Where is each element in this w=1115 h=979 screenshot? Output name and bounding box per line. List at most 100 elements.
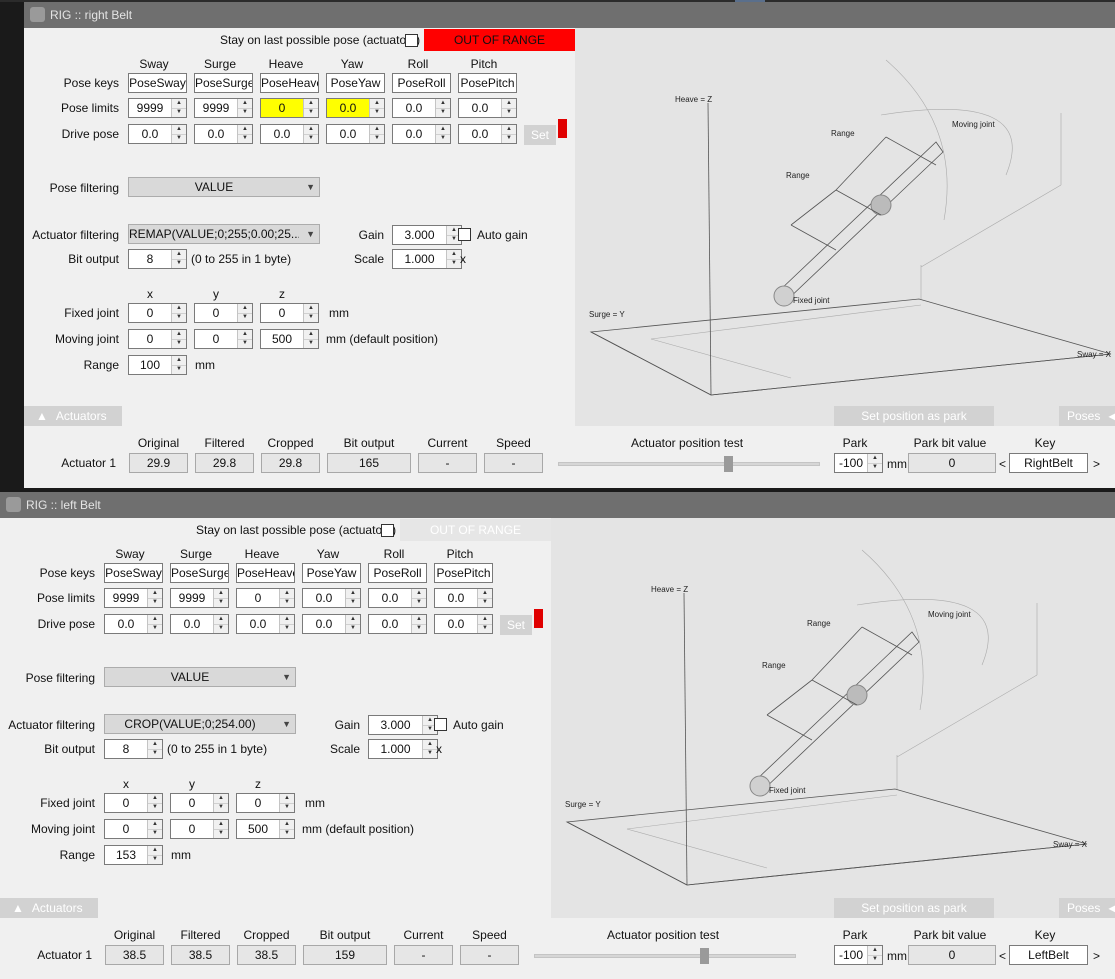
drive-pose-yaw-value[interactable]: 0.0 [327,125,369,143]
bit-output-field[interactable]: 8 ▲ ▼ [104,739,163,759]
auto-gain-checkbox[interactable] [458,228,471,241]
moving-joint-z-value[interactable]: 500 [237,820,279,838]
position-test-slider[interactable] [724,456,733,472]
position-test-track[interactable] [534,954,796,958]
set-drive-pose-button[interactable]: Set [500,615,532,635]
spin-down-icon[interactable]: ▼ [280,624,294,633]
expand-arrow-icon[interactable]: ◀ [1108,901,1115,915]
fixed-joint-x[interactable]: 0 ▲ ▼ [104,793,163,813]
moving-joint-x-spin-buttons[interactable]: ▲ ▼ [147,820,162,838]
pose-limit-surge-value[interactable]: 9999 [171,589,213,607]
spin-down-icon[interactable]: ▼ [214,624,228,633]
range-field[interactable]: 100 ▲ ▼ [128,355,187,375]
position-test-track[interactable] [558,462,820,466]
gain-field[interactable]: 3.000 ▲ ▼ [368,715,438,735]
drive-pose-pitch-spin-buttons[interactable]: ▲ ▼ [501,125,516,143]
expand-arrow-icon[interactable]: ◀ [1108,409,1115,423]
pose-limit-yaw-spin-buttons[interactable]: ▲ ▼ [369,99,384,117]
drive-pose-heave-value[interactable]: 0.0 [237,615,279,633]
pose-limit-pitch-spin-buttons[interactable]: ▲ ▼ [501,99,516,117]
spin-down-icon[interactable]: ▼ [148,598,162,607]
pose-limit-pitch-value[interactable]: 0.0 [435,589,477,607]
drive-pose-roll[interactable]: 0.0 ▲ ▼ [392,124,451,144]
fixed-joint-y[interactable]: 0 ▲ ▼ [194,303,253,323]
gain-field[interactable]: 3.000 ▲ ▼ [392,225,462,245]
pose-limit-surge-value[interactable]: 9999 [195,99,237,117]
moving-joint-y-spin-buttons[interactable]: ▲ ▼ [237,330,252,348]
spin-down-icon[interactable]: ▼ [412,598,426,607]
moving-joint-y-value[interactable]: 0 [195,330,237,348]
spin-down-icon[interactable]: ▼ [304,313,318,322]
fixed-joint-y-value[interactable]: 0 [171,794,213,812]
spin-down-icon[interactable]: ▼ [238,134,252,143]
rig-3d-scene[interactable]: Heave = Z Surge = Y Sway = X Range Range Movi… [575,28,1115,426]
pose-limit-sway-spin-buttons[interactable]: ▲ ▼ [147,589,162,607]
fixed-joint-y[interactable]: 0 ▲ ▼ [170,793,229,813]
pose-limit-heave-spin-buttons[interactable]: ▲ ▼ [303,99,318,117]
pose-filtering-select[interactable]: VALUE ▼ [104,667,296,687]
drive-pose-heave-spin-buttons[interactable]: ▲ ▼ [303,125,318,143]
spin-down-icon[interactable]: ▼ [238,313,252,322]
park-field-value[interactable]: -100 [835,454,867,472]
spin-down-icon[interactable]: ▼ [502,134,516,143]
pose-limit-surge[interactable]: 9999 ▲ ▼ [170,588,229,608]
drive-pose-heave[interactable]: 0.0 ▲ ▼ [236,614,295,634]
pose-limit-yaw[interactable]: 0.0 ▲ ▼ [302,588,361,608]
pose-limit-pitch[interactable]: 0.0 ▲ ▼ [434,588,493,608]
pose-limit-surge-spin-buttons[interactable]: ▲ ▼ [213,589,228,607]
drive-pose-surge-spin-buttons[interactable]: ▲ ▼ [213,615,228,633]
drive-pose-heave-value[interactable]: 0.0 [261,125,303,143]
pose-limit-sway-value[interactable]: 9999 [105,589,147,607]
actuators-tab[interactable]: ▲ Actuators [0,898,98,918]
collapse-arrow-icon[interactable]: ▲ [12,901,24,915]
drive-pose-pitch[interactable]: 0.0 ▲ ▼ [458,124,517,144]
spin-down-icon[interactable]: ▼ [280,598,294,607]
drive-pose-yaw[interactable]: 0.0 ▲ ▼ [302,614,361,634]
moving-joint-x[interactable]: 0 ▲ ▼ [104,819,163,839]
spin-down-icon[interactable]: ▼ [148,624,162,633]
stay-on-last-checkbox[interactable] [381,524,394,537]
fixed-joint-z-spin-buttons[interactable]: ▲ ▼ [279,794,294,812]
moving-joint-y[interactable]: 0 ▲ ▼ [170,819,229,839]
spin-down-icon[interactable]: ▼ [280,829,294,838]
collapse-arrow-icon[interactable]: ▲ [36,409,48,423]
drive-pose-roll-value[interactable]: 0.0 [369,615,411,633]
spin-down-icon[interactable]: ▼ [214,829,228,838]
pose-key-field-heave[interactable]: PoseHeave [260,73,319,93]
view-3d-panel[interactable]: Heave = Z Surge = Y Sway = X Range Range Movi… [575,28,1115,426]
drive-pose-heave-spin-buttons[interactable]: ▲ ▼ [279,615,294,633]
moving-joint-z-spin-buttons[interactable]: ▲ ▼ [279,820,294,838]
drive-pose-pitch-spin-buttons[interactable]: ▲ ▼ [477,615,492,633]
pose-key-field-roll[interactable]: PoseRoll [368,563,427,583]
pose-limit-pitch[interactable]: 0.0 ▲ ▼ [458,98,517,118]
park-field[interactable]: -100 ▲ ▼ [834,945,883,965]
pose-limit-roll[interactable]: 0.0 ▲ ▼ [392,98,451,118]
spin-down-icon[interactable]: ▼ [478,598,492,607]
pose-limit-roll-value[interactable]: 0.0 [369,589,411,607]
pose-key-field-yaw[interactable]: PoseYaw [326,73,385,93]
drive-pose-surge[interactable]: 0.0 ▲ ▼ [194,124,253,144]
spin-down-icon[interactable]: ▼ [214,598,228,607]
drive-pose-roll-spin-buttons[interactable]: ▲ ▼ [411,615,426,633]
spin-down-icon[interactable]: ▼ [280,803,294,812]
dropdown-arrow-icon[interactable]: ▼ [282,668,291,686]
fixed-joint-z-spin-buttons[interactable]: ▲ ▼ [303,304,318,322]
drive-pose-yaw-spin-buttons[interactable]: ▲ ▼ [345,615,360,633]
spin-down-icon[interactable]: ▼ [172,108,186,117]
bit-output-field[interactable]: 8 ▲ ▼ [128,249,187,269]
range-field[interactable]: 153 ▲ ▼ [104,845,163,865]
scale-field[interactable]: 1.000 ▲ ▼ [392,249,462,269]
drive-pose-pitch[interactable]: 0.0 ▲ ▼ [434,614,493,634]
pose-limit-sway[interactable]: 9999 ▲ ▼ [104,588,163,608]
spin-down-icon[interactable]: ▼ [868,463,882,472]
spin-down-icon[interactable]: ▼ [478,624,492,633]
pose-key-field-heave[interactable]: PoseHeave [236,563,295,583]
pose-key-field-surge[interactable]: PoseSurge [170,563,229,583]
bit-output-field-value[interactable]: 8 [105,740,147,758]
moving-joint-z-spin-buttons[interactable]: ▲ ▼ [303,330,318,348]
drive-pose-pitch-value[interactable]: 0.0 [435,615,477,633]
fixed-joint-x-value[interactable]: 0 [105,794,147,812]
set-position-as-park-button[interactable]: Set position as park [834,898,994,918]
drive-pose-surge[interactable]: 0.0 ▲ ▼ [170,614,229,634]
fixed-joint-x-spin-buttons[interactable]: ▲ ▼ [147,794,162,812]
